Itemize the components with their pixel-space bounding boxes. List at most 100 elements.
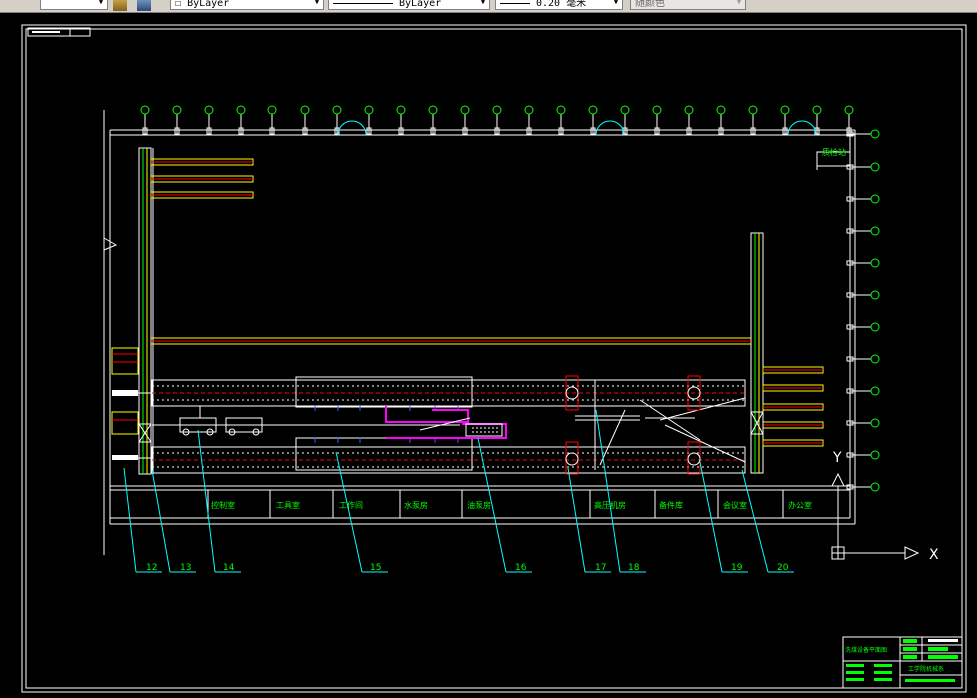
leader-callouts: 12 13 14 15 16 17 18 19 20	[123, 409, 794, 573]
chevron-down-icon: ▼	[480, 0, 486, 6]
top-left-bays	[150, 158, 254, 199]
grid-bubble	[870, 354, 880, 364]
leader-number: 13	[180, 563, 191, 573]
qc-room-label: 质检站	[822, 147, 846, 157]
ucs-icon: X Y	[831, 450, 939, 563]
grid-bubble	[460, 105, 470, 115]
room-label: 工作间	[339, 500, 363, 510]
leader-number: 15	[370, 563, 381, 573]
room-labels: 控制室工具室工作间水泵房油泵房高压机房备件库会议室办公室	[211, 500, 812, 510]
drive-units	[565, 375, 701, 475]
room-label: 办公室	[788, 500, 812, 510]
leader-number: 12	[146, 563, 157, 573]
left-entry-details	[111, 347, 764, 460]
grid-bubble	[652, 105, 662, 115]
layers-stack-icon[interactable]	[137, 0, 151, 11]
grid-bubble	[300, 105, 310, 115]
grid-bubble	[236, 105, 246, 115]
grid-bubble	[870, 450, 880, 460]
right-bays	[762, 366, 824, 447]
org-name: 工学院机械系	[908, 665, 944, 673]
room-label: 备件库	[659, 500, 683, 510]
room-label: 工具室	[276, 500, 300, 510]
room-label: 水泵房	[404, 500, 428, 510]
top-grid-markers	[140, 105, 854, 135]
grid-bubble	[396, 105, 406, 115]
leader-line	[567, 467, 586, 573]
crane-rail	[151, 337, 751, 345]
grid-bubble	[780, 105, 790, 115]
color-value: ByLayer	[187, 0, 230, 9]
grid-bubble	[684, 105, 694, 115]
lineweight-value: 0.20 毫米	[536, 0, 587, 9]
grid-bubble	[812, 105, 822, 115]
drawing-title: 洗煤设备平面图	[845, 646, 887, 654]
right-grid-markers	[846, 129, 880, 492]
leader-number: 14	[223, 563, 235, 573]
drawing-canvas[interactable]: 控制室工具室工作间水泵房油泵房高压机房备件库会议室办公室 质检站 1213141…	[0, 12, 977, 698]
color-dropdown[interactable]: ☐ ByLayer ▼	[170, 0, 324, 10]
checkbox-icon: ☐	[175, 0, 182, 9]
leader-line	[151, 469, 171, 573]
grid-bubble	[332, 105, 342, 115]
leader-line	[741, 469, 769, 573]
building-outline	[103, 110, 856, 555]
line-sample-icon	[500, 2, 530, 4]
grid-bubble	[870, 194, 880, 204]
leader-number: 17	[595, 563, 606, 573]
leader-line	[699, 461, 723, 573]
leader-number: 19	[731, 563, 743, 573]
grid-bubble	[844, 105, 854, 115]
plotstyle-dropdown: 随颜色 ▼	[630, 0, 746, 10]
room-label: 油泵房	[467, 500, 491, 510]
chevron-down-icon: ▼	[98, 0, 104, 6]
grid-bubble	[588, 105, 598, 115]
grid-bubble	[870, 386, 880, 396]
chevron-down-icon: ▼	[736, 0, 742, 6]
grid-bubble	[172, 105, 182, 115]
grid-bubble	[204, 105, 214, 115]
leader-line	[595, 409, 621, 573]
title-block: 洗煤设备平面图 工学院机械系	[842, 636, 963, 689]
line-sample-icon	[333, 2, 393, 4]
grid-bubble	[140, 105, 150, 115]
grid-bubble	[716, 105, 726, 115]
grid-bubble	[364, 105, 374, 115]
grid-bubble	[267, 105, 277, 115]
layer-state-icon[interactable]	[113, 0, 127, 11]
conveyor-upper	[151, 376, 746, 408]
top-doors	[337, 120, 817, 136]
leader-number: 20	[777, 563, 789, 573]
chevron-down-icon: ▼	[314, 0, 320, 6]
axis-x-label: X	[929, 547, 939, 563]
room-label: 会议室	[723, 500, 747, 510]
lineweight-dropdown[interactable]: 0.20 毫米 ▼	[495, 0, 623, 10]
grid-bubble	[870, 162, 880, 172]
room-label: 控制室	[211, 500, 235, 510]
sheet-inner-border	[25, 28, 963, 689]
grid-bubble	[870, 226, 880, 236]
grid-bubble	[870, 129, 880, 139]
linetype-dropdown[interactable]: ByLayer ▼	[328, 0, 490, 10]
sheet-outer-border	[21, 24, 967, 693]
chevron-down-icon: ▼	[613, 0, 619, 6]
grid-bubble	[620, 105, 630, 115]
grid-bubble	[870, 322, 880, 332]
grid-bubble	[428, 105, 438, 115]
grid-bubble	[870, 258, 880, 268]
linetype-value: ByLayer	[399, 0, 442, 9]
grid-bubble	[870, 290, 880, 300]
hydraulic-pipe	[385, 406, 469, 423]
grid-bubble	[748, 105, 758, 115]
conveyor-lower	[151, 437, 746, 474]
leader-number: 16	[515, 563, 527, 573]
axis-y-label: Y	[832, 450, 842, 466]
grid-bubble	[524, 105, 534, 115]
grid-bubble	[556, 105, 566, 115]
grid-bubble	[870, 418, 880, 428]
grid-bubble	[492, 105, 502, 115]
grid-bubble	[870, 482, 880, 492]
layer-dropdown[interactable]: ▼	[40, 0, 108, 10]
leader-line	[123, 467, 137, 573]
plotstyle-value: 随颜色	[635, 0, 665, 9]
